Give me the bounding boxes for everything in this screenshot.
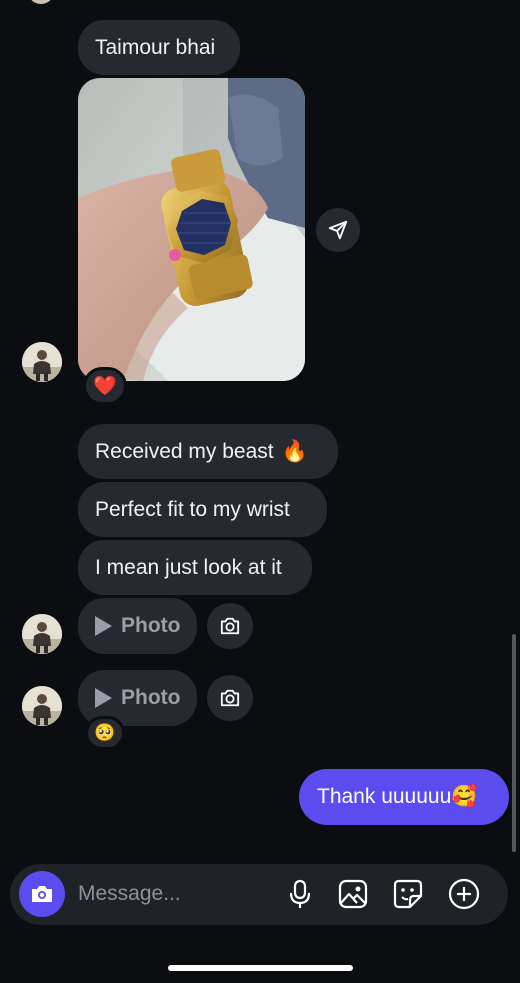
fire-emoji: 🔥 [281, 440, 308, 463]
gallery-button[interactable] [335, 876, 371, 912]
avatar-image [22, 686, 62, 726]
microphone-icon [289, 879, 311, 908]
send-icon [328, 220, 348, 240]
photo-label: Photo [121, 614, 181, 637]
sent-message-bubble[interactable]: Thank uuuuuu🥰 [299, 769, 509, 825]
message-text: Perfect fit to my wrist [95, 498, 290, 521]
sticker-icon [393, 879, 423, 909]
camera-icon [32, 886, 52, 902]
message-bubble[interactable]: Perfect fit to my wrist [78, 482, 327, 537]
plus-icon [448, 878, 480, 910]
message-text: Taimour bhai [95, 36, 216, 59]
camera-reply-button[interactable] [207, 603, 253, 649]
watch-photo-image [78, 78, 305, 381]
camera-icon [220, 617, 240, 635]
shared-photo[interactable] [78, 78, 305, 381]
camera-button[interactable] [19, 871, 65, 917]
reaction-badge[interactable]: 🥺 [85, 716, 125, 750]
scrollbar[interactable] [512, 634, 516, 852]
message-text: I mean just look at it [95, 556, 282, 579]
play-icon [95, 616, 112, 636]
reaction-heart: ❤️ [93, 376, 117, 397]
camera-icon [220, 689, 240, 707]
add-button[interactable] [446, 876, 482, 912]
share-button[interactable] [316, 208, 360, 252]
camera-reply-button[interactable] [207, 675, 253, 721]
avatar[interactable] [22, 614, 62, 654]
gallery-icon [338, 879, 368, 909]
message-bubble[interactable]: Taimour bhai [78, 20, 240, 75]
home-indicator[interactable] [168, 965, 353, 971]
avatar[interactable] [22, 342, 62, 382]
photo-label: Photo [121, 686, 181, 709]
play-icon [95, 688, 112, 708]
photo-message[interactable]: Photo [78, 598, 197, 654]
avatar-image [22, 614, 62, 654]
message-bubble[interactable]: Received my beast 🔥 [78, 424, 338, 479]
message-text: Received my beast [95, 440, 274, 463]
message-input[interactable] [78, 879, 278, 909]
avatar-image [22, 342, 62, 382]
microphone-button[interactable] [282, 876, 318, 912]
reaction-pleading: 🥺 [94, 723, 116, 742]
avatar-partial [26, 0, 56, 4]
message-bubble[interactable]: I mean just look at it [78, 540, 312, 595]
reaction-badge[interactable]: ❤️ [83, 367, 127, 405]
sticker-button[interactable] [390, 876, 426, 912]
sent-message-text: Thank uuuuuu🥰 [317, 785, 478, 808]
avatar[interactable] [22, 686, 62, 726]
